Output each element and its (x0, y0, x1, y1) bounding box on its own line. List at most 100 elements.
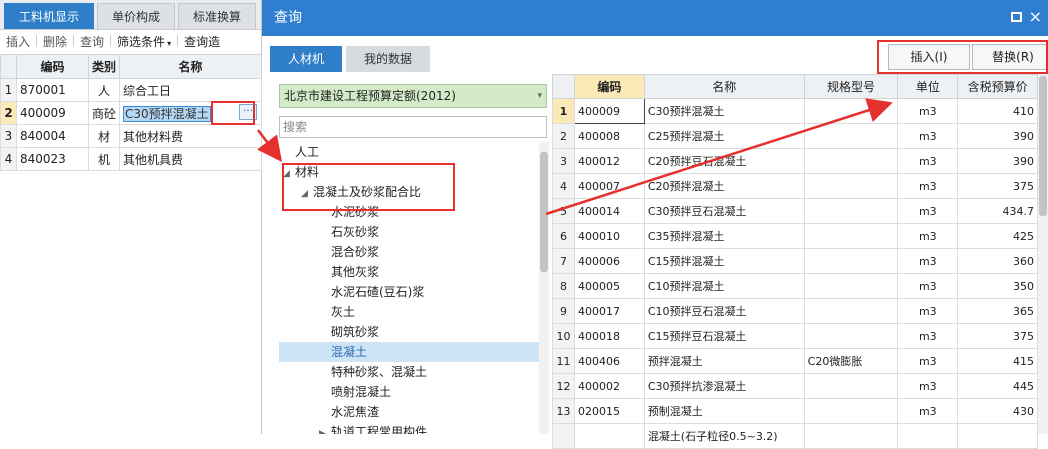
name-cell[interactable]: C15预拌混凝土 (643, 248, 805, 274)
code-cell[interactable]: 400010 (573, 223, 645, 249)
tab-standard-conversion[interactable]: 标准换算 (178, 3, 257, 29)
type-cell[interactable]: 商砼 (87, 101, 121, 125)
name-cell[interactable]: 预制混凝土 (643, 398, 805, 424)
spec-cell[interactable]: C20微膨胀 (803, 348, 899, 374)
spec-cell[interactable] (803, 248, 899, 274)
code-cell[interactable]: 400018 (573, 323, 645, 349)
code-cell[interactable]: 400017 (573, 298, 645, 324)
name-cell[interactable]: C30预拌豆石混凝土 (643, 198, 805, 224)
tree-node[interactable]: 水泥焦渣 (279, 402, 539, 422)
library-select[interactable]: 北京市建设工程预算定额(2012) ▾ (279, 84, 547, 108)
table-row[interactable]: 7 400006 C15预拌混凝土 m3 360 (552, 248, 1038, 274)
name-cell[interactable]: 其他机具费 (119, 147, 262, 171)
table-row[interactable]: 混凝土(石子粒径0.5~3.2) (552, 423, 1038, 449)
unit-cell[interactable]: m3 (897, 98, 959, 124)
price-cell[interactable]: 415 (957, 348, 1038, 374)
spec-cell[interactable] (803, 173, 899, 199)
close-icon[interactable]: × (1029, 6, 1042, 28)
unit-cell[interactable]: m3 (897, 348, 959, 374)
table-row[interactable]: 5 400014 C30预拌豆石混凝土 m3 434.7 (552, 198, 1038, 224)
name-cell[interactable]: C10预拌豆石混凝土 (643, 298, 805, 324)
column-header-price[interactable]: 含税预算价 (957, 74, 1038, 99)
unit-cell[interactable]: m3 (897, 223, 959, 249)
column-header-code[interactable]: 编码 (573, 74, 645, 99)
unit-cell[interactable]: m3 (897, 123, 959, 149)
table-row[interactable]: 8 400005 C10预拌混凝土 m3 350 (552, 273, 1038, 299)
name-cell[interactable]: C30预拌抗渗混凝土 (643, 373, 805, 399)
tree-node[interactable]: 砌筑砂浆 (279, 322, 539, 342)
spec-cell[interactable] (803, 298, 899, 324)
column-header-code[interactable]: 编码 (16, 54, 89, 79)
name-cell[interactable]: C20预拌豆石混凝土 (643, 148, 805, 174)
scrollbar-thumb[interactable] (540, 152, 548, 272)
tree-scrollbar[interactable] (539, 142, 549, 434)
insert-button[interactable]: 插入 (0, 33, 36, 50)
table-row[interactable]: 1 400009 C30预拌混凝土 m3 410 (552, 98, 1038, 124)
spec-cell[interactable] (803, 98, 899, 124)
table-row[interactable]: 9 400017 C10预拌豆石混凝土 m3 365 (552, 298, 1038, 324)
price-cell[interactable]: 390 (957, 123, 1038, 149)
unit-cell[interactable]: m3 (897, 148, 959, 174)
spec-cell[interactable] (803, 198, 899, 224)
unit-cell[interactable]: m3 (897, 273, 959, 299)
table-row[interactable]: 4 840023 机 其他机具费 (0, 147, 262, 171)
expand-triangle-icon[interactable]: ▶ (319, 424, 331, 434)
dialog-title-bar[interactable]: 查询 × (262, 0, 1048, 36)
tab-my-data[interactable]: 我的数据 (346, 46, 431, 72)
spec-cell[interactable] (803, 123, 899, 149)
code-cell[interactable]: 400002 (573, 373, 645, 399)
query-button[interactable]: 查询 (74, 33, 110, 50)
tree-node[interactable]: 灰土 (279, 302, 539, 322)
name-cell[interactable]: 混凝土(石子粒径0.5~3.2) (643, 423, 805, 449)
table-row[interactable]: 10 400018 C15预拌豆石混凝土 m3 375 (552, 323, 1038, 349)
name-cell[interactable]: 预拌混凝土 (643, 348, 805, 374)
price-cell[interactable]: 445 (957, 373, 1038, 399)
spec-cell[interactable] (803, 398, 899, 424)
delete-button[interactable]: 删除 (37, 33, 73, 50)
code-cell[interactable]: 400005 (573, 273, 645, 299)
type-cell[interactable]: 材 (87, 124, 121, 148)
code-cell[interactable]: 400009 (573, 98, 645, 124)
tree-node[interactable]: 喷射混凝土 (279, 382, 539, 402)
unit-cell[interactable]: m3 (897, 373, 959, 399)
type-cell[interactable]: 人 (87, 78, 121, 102)
code-cell[interactable]: 400009 (16, 101, 89, 125)
spec-cell[interactable] (803, 223, 899, 249)
code-cell[interactable]: 400007 (573, 173, 645, 199)
unit-cell[interactable]: m3 (897, 173, 959, 199)
name-cell[interactable]: C35预拌混凝土 (643, 223, 805, 249)
code-cell[interactable]: 400014 (573, 198, 645, 224)
filter-dropdown[interactable]: 筛选条件 ▾ (111, 33, 177, 50)
tree-node[interactable]: ▶ 轨道工程常用构件 (279, 422, 539, 434)
maximize-icon[interactable] (1011, 12, 1022, 22)
code-cell[interactable]: 020015 (573, 398, 645, 424)
name-cell[interactable]: 综合工日 (119, 78, 262, 102)
tab-unit-price[interactable]: 单价构成 (97, 3, 176, 29)
unit-cell[interactable]: m3 (897, 398, 959, 424)
name-value-selected[interactable]: C30预拌混凝土 (123, 105, 211, 122)
tree-node[interactable]: 石灰砂浆 (279, 222, 539, 242)
tree-node[interactable]: 水泥石碴(豆石)浆 (279, 282, 539, 302)
tree-node[interactable]: 其他灰浆 (279, 262, 539, 282)
price-cell[interactable]: 375 (957, 173, 1038, 199)
name-cell[interactable]: C20预拌混凝土 (643, 173, 805, 199)
column-header-name[interactable]: 名称 (643, 74, 805, 99)
table-row[interactable]: 2 400008 C25预拌混凝土 m3 390 (552, 123, 1038, 149)
spec-cell[interactable] (803, 323, 899, 349)
price-cell[interactable]: 410 (957, 98, 1038, 124)
price-cell[interactable]: 350 (957, 273, 1038, 299)
unit-cell[interactable]: m3 (897, 298, 959, 324)
name-cell[interactable]: 其他材料费 (119, 124, 262, 148)
code-cell[interactable]: 840004 (16, 124, 89, 148)
price-cell[interactable]: 390 (957, 148, 1038, 174)
tree-node[interactable]: 人工 (279, 142, 539, 162)
code-cell[interactable]: 400406 (573, 348, 645, 374)
spec-cell[interactable] (803, 148, 899, 174)
type-cell[interactable]: 机 (87, 147, 121, 171)
tab-materials[interactable]: 人材机 (270, 46, 343, 72)
table-row[interactable]: 3 840004 材 其他材料费 (0, 124, 262, 148)
name-cell[interactable]: C15预拌豆石混凝土 (643, 323, 805, 349)
price-cell[interactable]: 375 (957, 323, 1038, 349)
spec-cell[interactable] (803, 273, 899, 299)
tree-node-selected[interactable]: 混凝土 (279, 342, 539, 362)
